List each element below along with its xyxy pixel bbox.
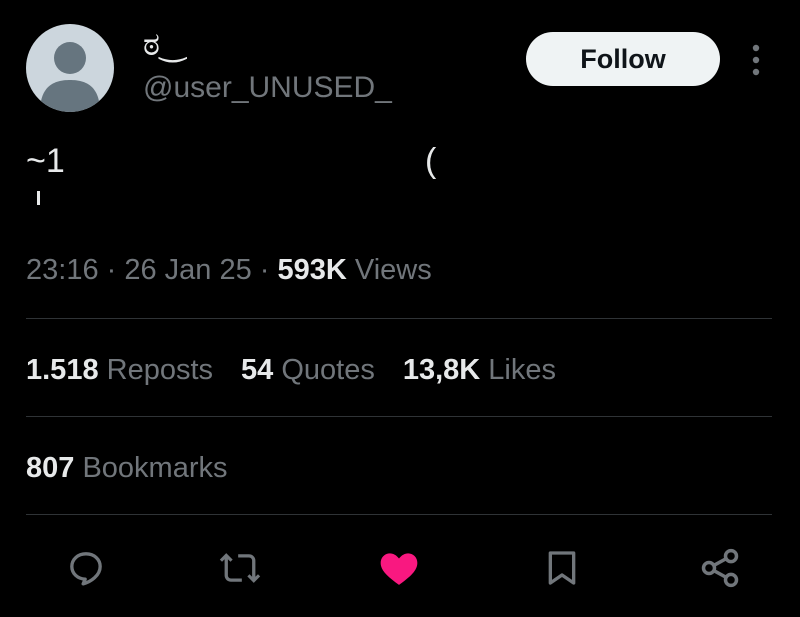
display-name[interactable]: ಠ‿ [143, 26, 186, 62]
bookmarks-stat[interactable]: 807 Bookmarks [26, 450, 228, 486]
avatar[interactable] [26, 24, 114, 112]
repost-icon [219, 553, 261, 583]
views-label: Views [346, 254, 432, 286]
quotes-count: 54 [241, 354, 274, 386]
likes-label: Likes [480, 354, 557, 386]
tweet-text-fragment: ( [425, 142, 437, 180]
views-count: 593K [277, 254, 347, 286]
engagement-stats: 1.518 Reposts 54 Quotes 13,8K Likes [26, 352, 584, 388]
more-options-button[interactable] [740, 38, 772, 82]
meta-separator: · [98, 254, 125, 286]
repost-button[interactable] [218, 546, 262, 590]
divider [26, 318, 772, 319]
more-vertical-icon [752, 44, 760, 76]
quotes-label: Quotes [273, 354, 375, 386]
bookmark-button[interactable] [540, 546, 584, 590]
default-avatar-icon [40, 42, 100, 112]
likes-stat[interactable]: 13,8K Likes [403, 352, 556, 388]
reposts-count: 1.518 [26, 354, 99, 386]
quotes-stat[interactable]: 54 Quotes [241, 352, 375, 388]
like-button[interactable] [377, 546, 421, 590]
tweet-time[interactable]: 23:16 [26, 254, 99, 286]
bookmarks-count: 807 [26, 452, 75, 484]
tweet-text: ~1 [26, 142, 65, 180]
follow-button[interactable]: Follow [526, 32, 720, 86]
reply-icon [70, 552, 102, 586]
divider [26, 514, 772, 515]
reposts-label: Reposts [98, 354, 214, 386]
tweet-date[interactable]: 26 Jan 25 [124, 254, 251, 286]
divider [26, 416, 772, 417]
bookmark-icon [548, 551, 576, 585]
likes-count: 13,8K [402, 354, 481, 386]
user-handle[interactable]: @user_UNUSED_ [143, 70, 392, 106]
reply-button[interactable] [64, 546, 108, 590]
share-icon [701, 548, 739, 588]
share-button[interactable] [698, 546, 742, 590]
reposts-stat[interactable]: 1.518 Reposts [26, 352, 213, 388]
like-icon [380, 553, 418, 585]
bookmarks-label: Bookmarks [74, 452, 228, 484]
tweet-text-mark [37, 191, 40, 205]
tweet-meta: 23:16 · 26 Jan 25 · 593K Views [26, 252, 432, 288]
meta-separator: · [251, 254, 278, 286]
